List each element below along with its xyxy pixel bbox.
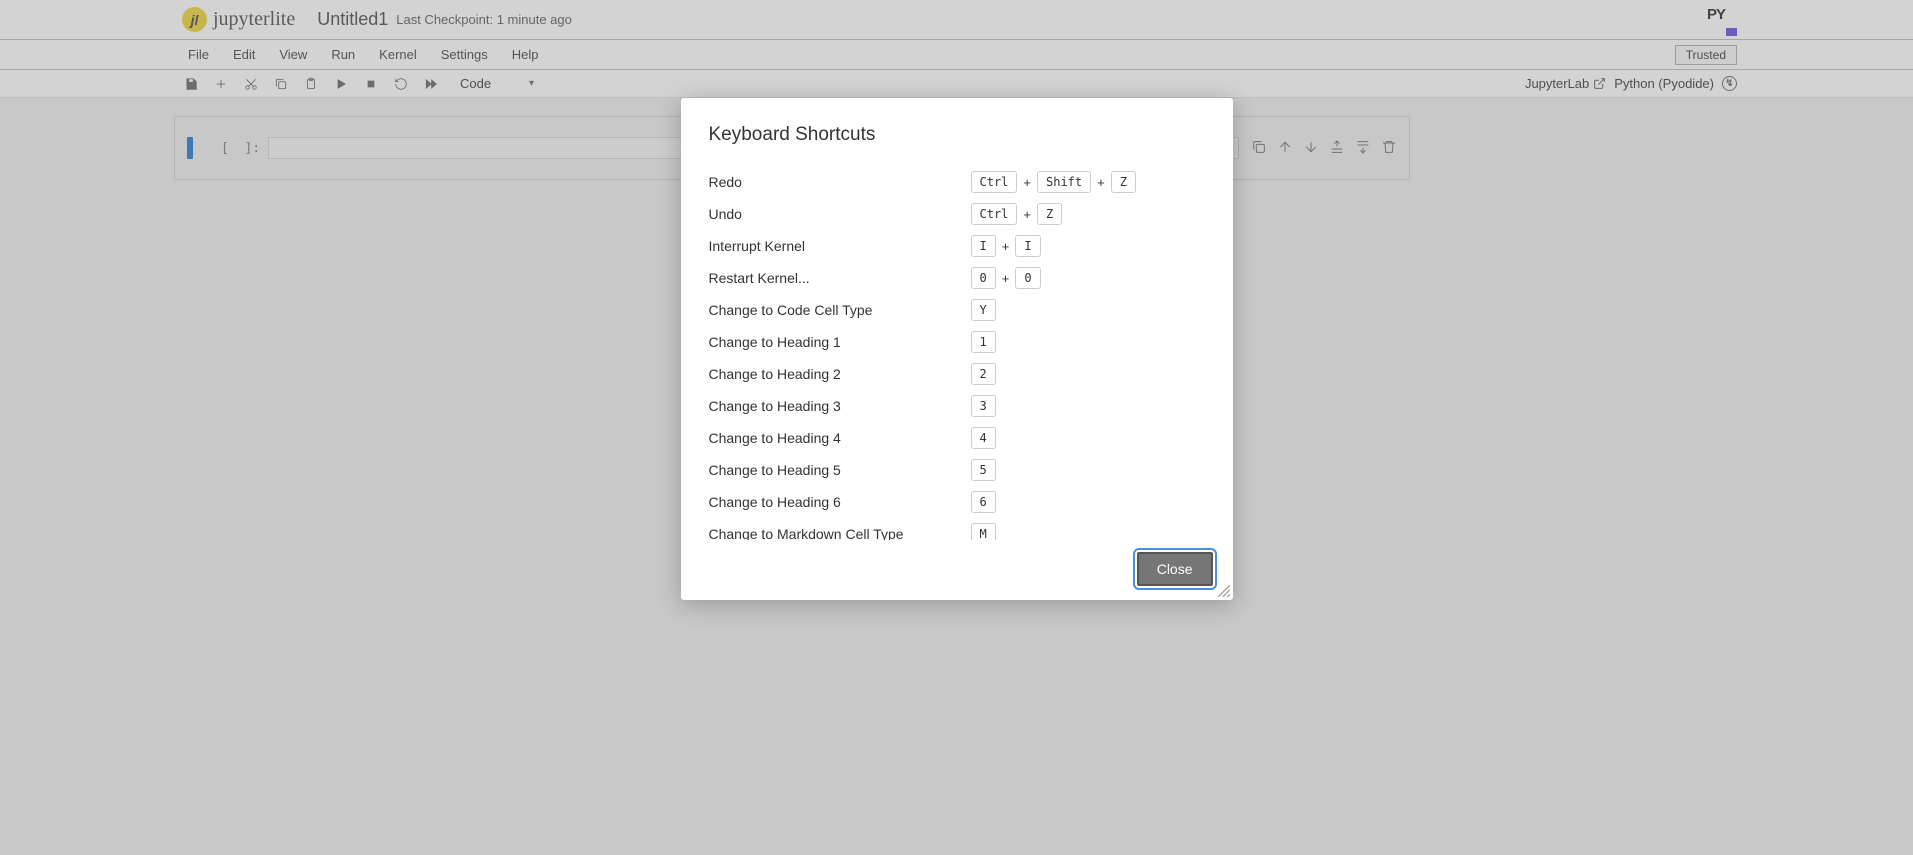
shortcut-row: Change to Code Cell TypeY <box>709 294 1213 326</box>
shortcut-label: Undo <box>709 206 971 222</box>
key: Z <box>1037 203 1062 225</box>
shortcut-row: Change to Heading 33 <box>709 390 1213 422</box>
key: 1 <box>971 331 996 353</box>
shortcut-keys: 3 <box>971 395 996 417</box>
shortcut-label: Change to Heading 5 <box>709 462 971 478</box>
shortcut-list[interactable]: RedoCtrl + Shift + Z UndoCtrl + Z Interrupt Kern… <box>709 166 1233 540</box>
shortcut-label: Change to Heading 2 <box>709 366 971 382</box>
plus-separator: + <box>1096 175 1106 190</box>
shortcut-label: Change to Markdown Cell Type <box>709 526 971 540</box>
plus-separator: + <box>1022 207 1032 222</box>
shortcut-row: Change to Heading 55 <box>709 454 1213 486</box>
shortcut-keys: 4 <box>971 427 996 449</box>
modal-overlay[interactable]: Keyboard Shortcuts RedoCtrl+Shift+ZUndoC… <box>0 0 1913 855</box>
shortcut-label: Redo <box>709 174 971 190</box>
shortcut-keys: Y <box>971 299 996 321</box>
shortcut-row: Change to Heading 44 <box>709 422 1213 454</box>
key: I <box>971 235 996 257</box>
shortcut-keys: 2 <box>971 363 996 385</box>
shortcut-label: Change to Heading 4 <box>709 430 971 446</box>
key: 3 <box>971 395 996 417</box>
shortcut-label: Change to Heading 3 <box>709 398 971 414</box>
shortcut-keys: 1 <box>971 331 996 353</box>
key: M <box>971 523 996 540</box>
key: 4 <box>971 427 996 449</box>
shortcut-row: Restart Kernel...0+0 <box>709 262 1213 294</box>
shortcut-row: Change to Heading 66 <box>709 486 1213 518</box>
shortcut-label: Change to Heading 6 <box>709 494 971 510</box>
shortcut-row: Change to Heading 11 <box>709 326 1213 358</box>
shortcut-keys: Ctrl + Z <box>971 203 1063 225</box>
key: 2 <box>971 363 996 385</box>
shortcut-keys: 5 <box>971 459 996 481</box>
shortcut-keys: 0 +0 <box>971 267 1041 289</box>
shortcut-row: Interrupt KernelI+I <box>709 230 1213 262</box>
shortcut-label: Change to Heading 1 <box>709 334 971 350</box>
key: Shift <box>1037 171 1091 193</box>
key: 6 <box>971 491 996 513</box>
shortcut-row: Change to Markdown Cell TypeM <box>709 518 1213 540</box>
plus-separator: + <box>1022 175 1032 190</box>
key: Y <box>971 299 996 321</box>
shortcut-label: Restart Kernel... <box>709 270 971 286</box>
key: 0 <box>1015 267 1040 289</box>
shortcut-keys: 6 <box>971 491 996 513</box>
shortcut-row: UndoCtrl + Z <box>709 198 1213 230</box>
shortcut-label: Interrupt Kernel <box>709 238 971 254</box>
key: Ctrl <box>971 203 1018 225</box>
shortcut-keys: I + I <box>971 235 1041 257</box>
shortcut-keys: Ctrl + Shift + Z <box>971 171 1136 193</box>
key: Z <box>1111 171 1136 193</box>
shortcut-row: Change to Heading 22 <box>709 358 1213 390</box>
plus-separator: + <box>1001 239 1011 254</box>
plus-separator: + <box>1001 271 1011 286</box>
shortcut-keys: M <box>971 523 996 540</box>
key: 5 <box>971 459 996 481</box>
keyboard-shortcuts-dialog: Keyboard Shortcuts RedoCtrl+Shift+ZUndoC… <box>681 98 1233 600</box>
key: Ctrl <box>971 171 1018 193</box>
close-button[interactable]: Close <box>1137 552 1213 586</box>
dialog-title: Keyboard Shortcuts <box>709 124 1233 146</box>
shortcut-row: RedoCtrl + Shift + Z <box>709 166 1213 198</box>
shortcut-label: Change to Code Cell Type <box>709 302 971 318</box>
key: 0 <box>971 267 996 289</box>
resize-handle-icon[interactable] <box>1217 584 1231 598</box>
key: I <box>1015 235 1040 257</box>
